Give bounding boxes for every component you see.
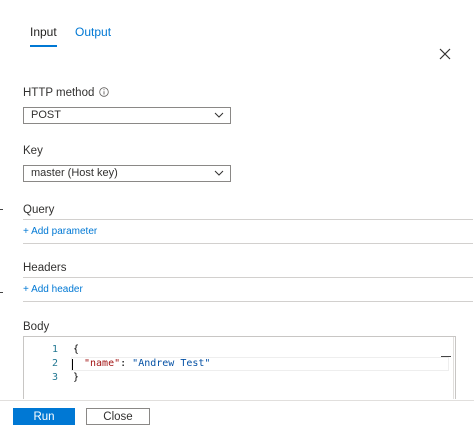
chevron-down-icon <box>214 170 224 176</box>
overview-ruler-mark <box>441 356 451 357</box>
key-value: master (Host key) <box>31 167 118 179</box>
add-header-link[interactable]: + Add header <box>23 284 83 296</box>
headers-label: Headers <box>23 262 67 274</box>
code-text: "name": "Andrew Test" <box>84 357 210 371</box>
headers-divider-bottom <box>23 301 473 302</box>
key-dropdown[interactable]: master (Host key) <box>23 165 231 182</box>
editor-scrollbar[interactable] <box>453 337 454 399</box>
chevron-down-icon <box>214 112 224 118</box>
query-label: Query <box>23 204 55 216</box>
tab-input[interactable]: Input <box>30 24 57 47</box>
headers-divider <box>23 277 473 278</box>
http-method-dropdown[interactable]: POST <box>23 107 231 124</box>
footer-divider <box>0 400 474 401</box>
code-line: 2 "name": "Andrew Test" <box>24 357 455 371</box>
info-icon[interactable] <box>98 87 109 97</box>
edge-tick <box>0 209 3 210</box>
json-key: "name" <box>84 358 121 369</box>
text-cursor <box>72 359 73 370</box>
left-edge-artifact <box>0 0 3 430</box>
run-button[interactable]: Run <box>13 408 75 425</box>
close-button[interactable]: Close <box>86 408 150 425</box>
line-number: 3 <box>51 372 58 383</box>
json-separator: : <box>120 358 133 369</box>
key-label: Key <box>23 145 43 157</box>
query-divider-bottom <box>23 243 473 244</box>
http-method-value: POST <box>31 109 61 121</box>
body-code-editor[interactable]: 1 { 2 "name": "Andrew Test" 3 } <box>23 336 456 399</box>
json-string-value: "Andrew Test" <box>132 358 211 369</box>
code-text: } <box>73 372 80 383</box>
http-method-label: HTTP method <box>23 86 109 100</box>
code-text: { <box>73 344 80 355</box>
add-parameter-link[interactable]: + Add parameter <box>23 226 97 238</box>
line-number: 1 <box>51 344 58 355</box>
body-label: Body <box>23 321 50 333</box>
http-method-label-text: HTTP method <box>23 87 95 99</box>
code-line: 3 } <box>24 371 455 385</box>
line-number: 2 <box>51 358 58 369</box>
query-divider <box>23 219 473 220</box>
edge-tick <box>0 292 3 293</box>
code-line: 1 { <box>24 343 455 357</box>
close-icon[interactable] <box>437 46 453 62</box>
tab-output[interactable]: Output <box>75 24 111 40</box>
